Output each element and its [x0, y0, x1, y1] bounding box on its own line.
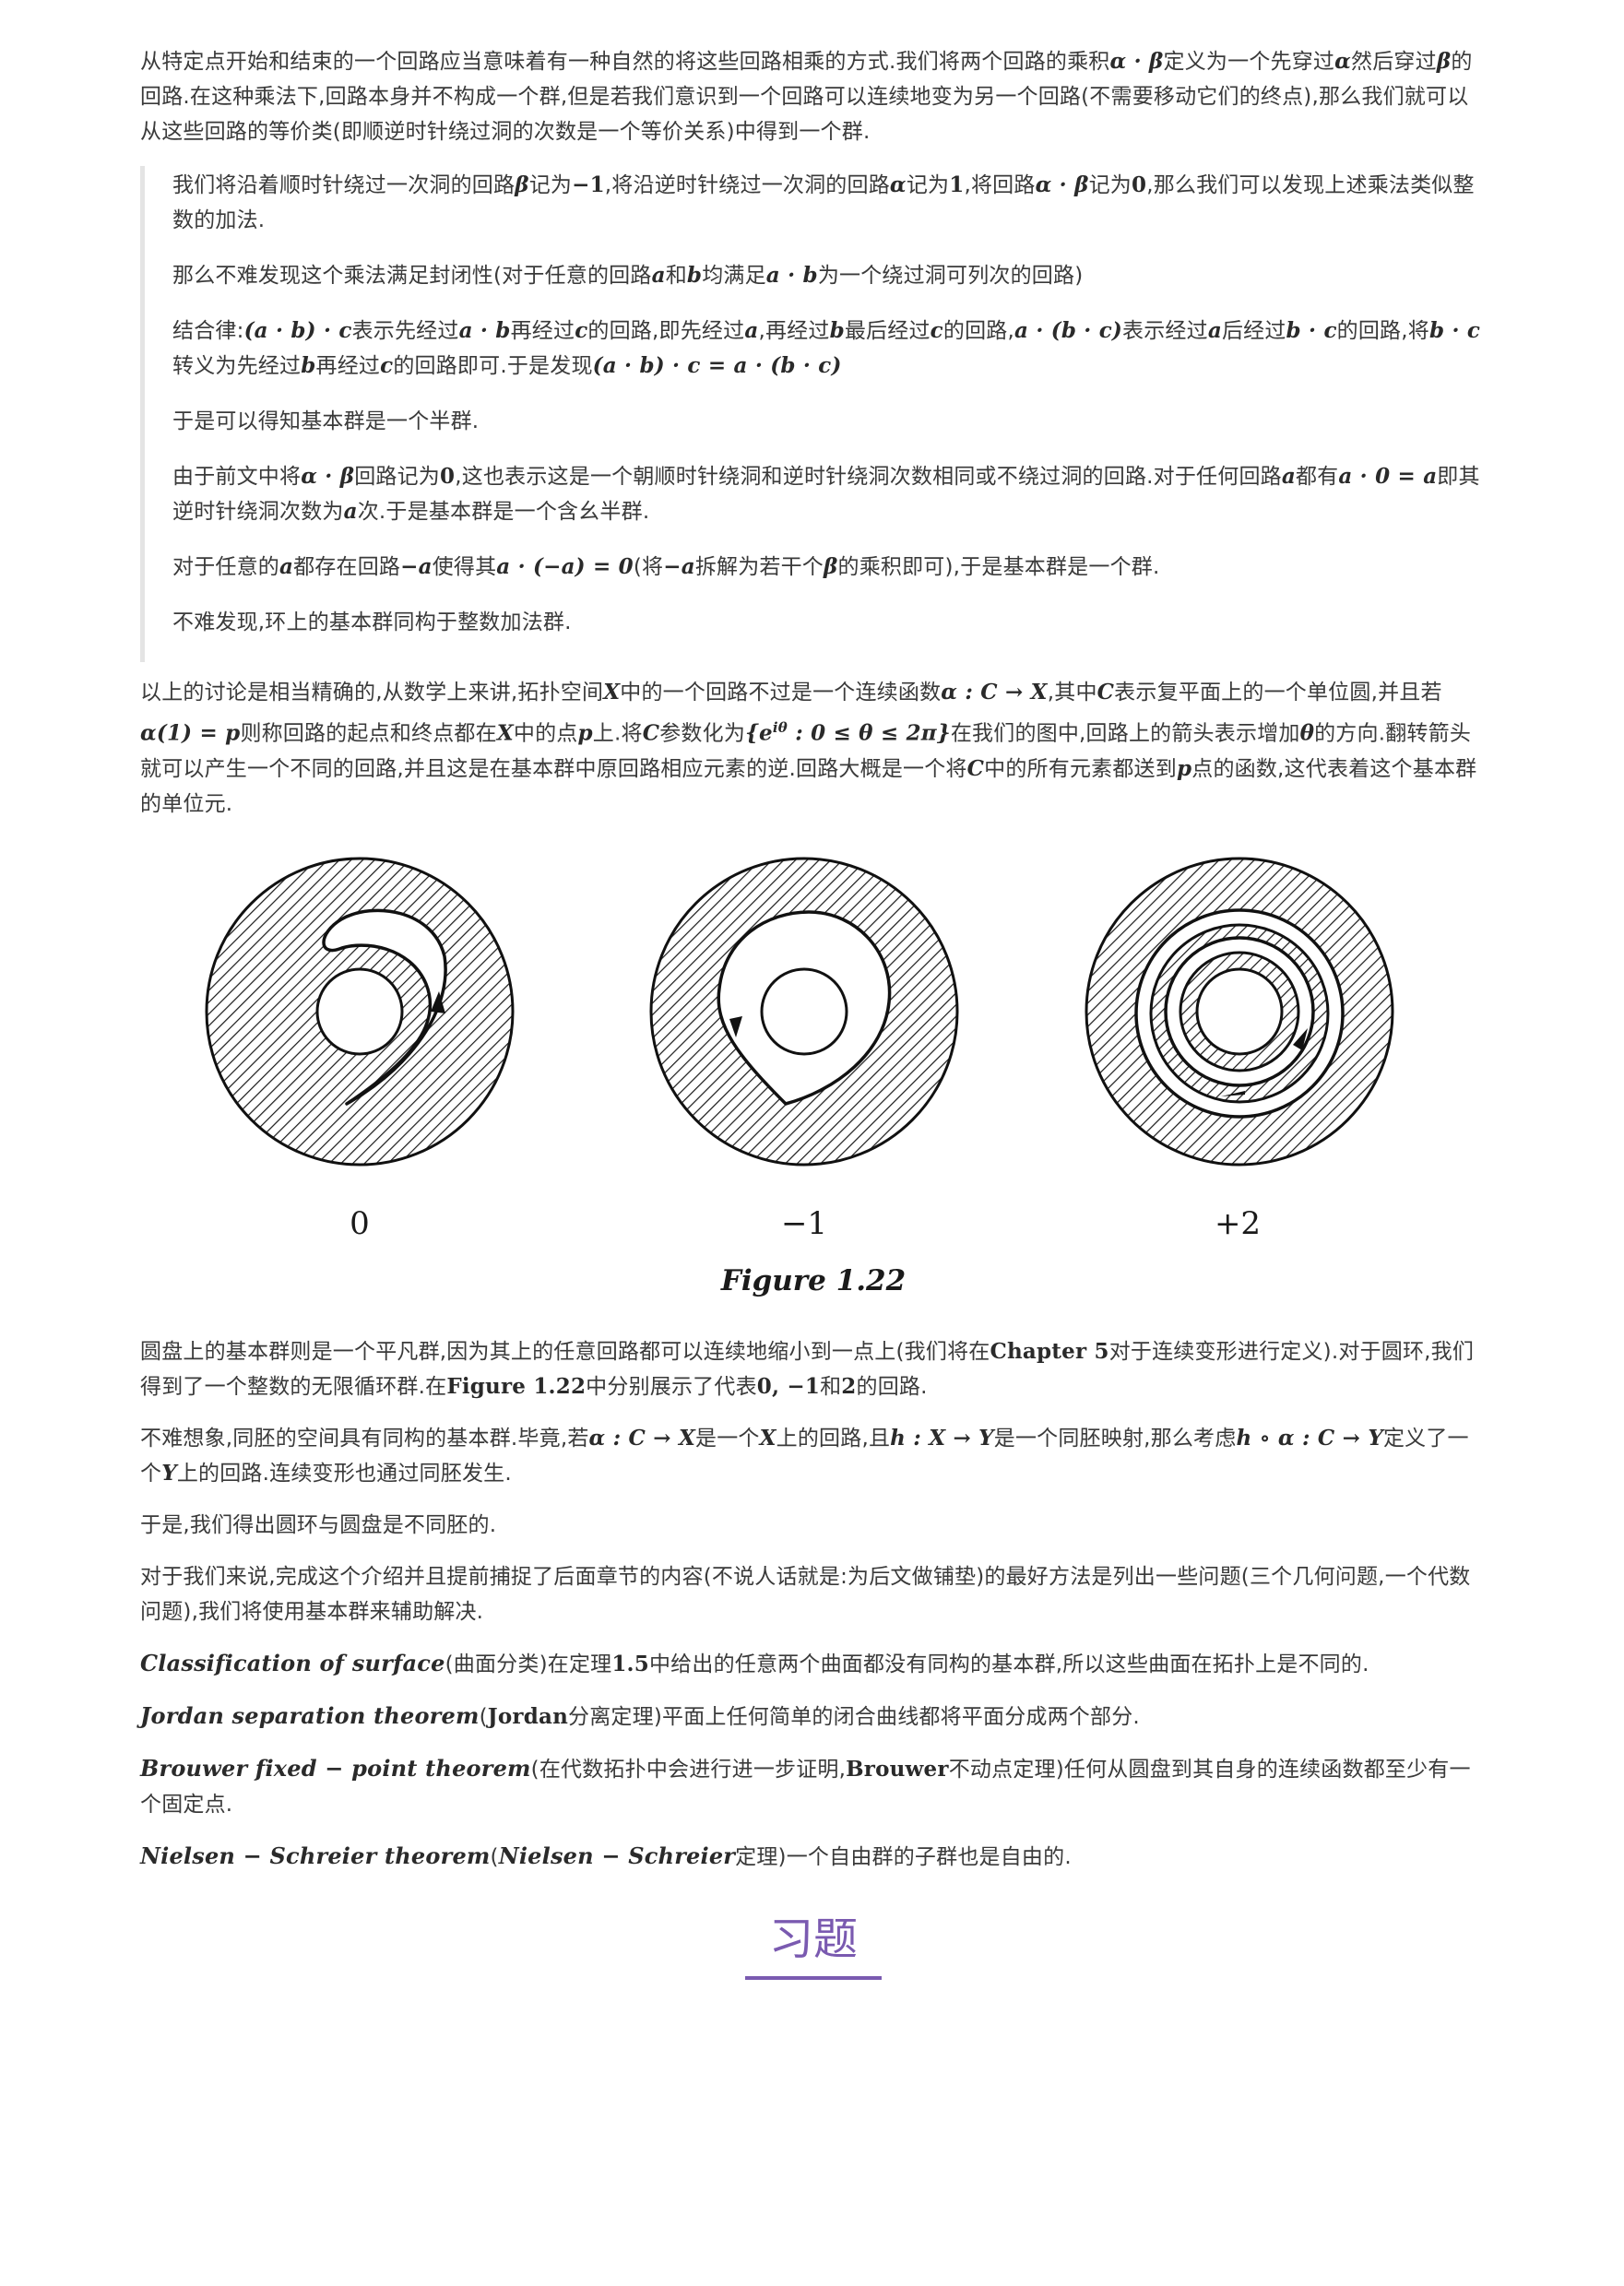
paragraph-precise-definition: 以上的讨论是相当精确的,从数学上来讲,拓扑空间X中的一个回路不过是一个连续函数α… [140, 680, 1477, 816]
post-figure-section: 圆盘上的基本群则是一个平凡群,因为其上的任意回路都可以连续地缩小到一点上(我们将… [140, 1334, 1487, 1980]
section-title-exercises: 习题 [140, 1912, 1487, 1980]
theorem-nielsen-schreier: Nielsen − Schreier theorem(Nielsen − Sch… [140, 1842, 1072, 1869]
theorem-jordan: Jordan separation theorem(Jordan分离定理)平面上… [140, 1701, 1140, 1729]
figure-label-plus-2: +2 [1214, 1204, 1262, 1242]
section-title-text: 习题 [744, 1912, 882, 1980]
annulus-loop-0 [205, 857, 515, 1167]
paragraph-disk-group: 圆盘上的基本群则是一个平凡群,因为其上的任意回路都可以连续地缩小到一点上(我们将… [140, 1338, 1475, 1399]
document-page: 从特定点开始和结束的一个回路应当意味着有一种自然的将这些回路相乘的方式.我们将两… [140, 44, 1487, 2081]
quote-paragraph-2: 那么不难发现这个乘法满足封闭性(对于任意的回路a和b均满足a · b为一个绕过洞… [172, 263, 1084, 288]
quote-paragraph-7: 不难发现,环上的基本群同构于整数加法群. [172, 610, 572, 634]
paragraph-loop-product: 从特定点开始和结束的一个回路应当意味着有一种自然的将这些回路相乘的方式.我们将两… [140, 49, 1473, 144]
quote-paragraph-4: 于是可以得知基本群是一个半群. [172, 409, 480, 433]
figure-label-minus-1: −1 [780, 1204, 828, 1242]
figure-label-0: 0 [350, 1204, 370, 1242]
proof-blockquote: 我们将沿着顺时针绕过一次洞的回路β记为−1,将沿逆时针绕过一次洞的回路α记为1,… [140, 166, 1487, 662]
figure-caption: Figure 1.22 [720, 1263, 907, 1297]
quote-paragraph-6: 对于任意的a都存在回路−a使得其a · (−a) = 0(将−a拆解为若干个β的… [172, 554, 1160, 579]
quote-paragraph-5: 由于前文中将α · β回路记为0,这也表示这是一个朝顺时针绕洞和逆时针绕洞次数相… [172, 464, 1480, 524]
annulus-loop-minus-1 [649, 857, 959, 1167]
quote-paragraph-1: 我们将沿着顺时针绕过一次洞的回路β记为−1,将沿逆时针绕过一次洞的回路α记为1,… [172, 172, 1475, 232]
quote-paragraph-3: 结合律:(a · b) · c表示先经过a · b再经过c的回路,即先经过a,再… [172, 318, 1481, 378]
annulus-loop-plus-2 [1085, 857, 1394, 1167]
paragraph-conclusion: 于是,我们得出圆环与圆盘是不同胚的. [140, 1512, 497, 1537]
paragraph-intro-problems: 对于我们来说,完成这个介绍并且提前捕捉了后面章节的内容(不说人话就是:为后文做铺… [140, 1564, 1471, 1624]
theorem-brouwer: Brouwer fixed − point theorem(在代数拓扑中会进行进… [140, 1754, 1471, 1817]
paragraph-homeomorphic: 不难想象,同胚的空间具有同构的基本群.毕竟,若α : C → X是一个X上的回路… [140, 1425, 1469, 1486]
theorem-classification: Classification of surface(曲面分类)在定理1.5中给出… [140, 1649, 1369, 1676]
